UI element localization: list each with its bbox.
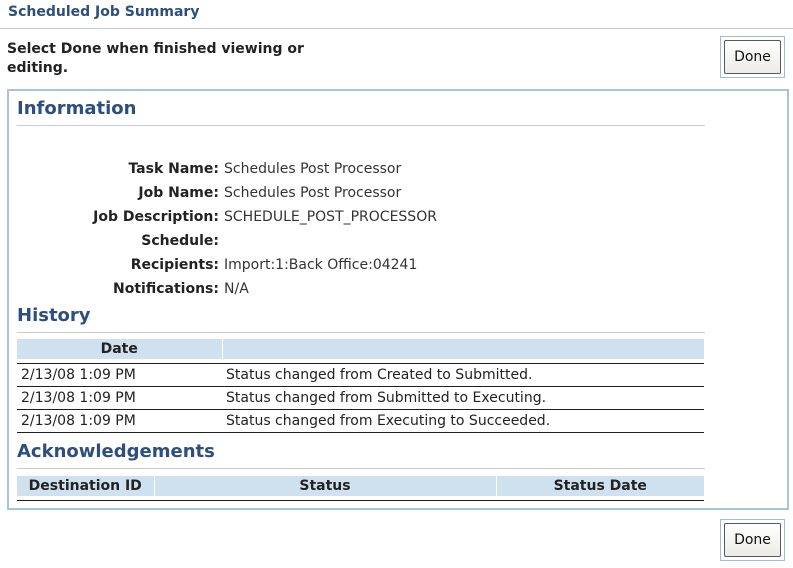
done-button-frame-top: Done xyxy=(720,36,785,78)
table-row: 2/13/08 1:09 PM Status changed from Subm… xyxy=(17,385,704,409)
done-button-bottom[interactable]: Done xyxy=(724,523,781,557)
table-row: 2/13/08 1:09 PM Status changed from Crea… xyxy=(17,362,704,386)
ack-column-status-date[interactable]: Status Date xyxy=(495,476,704,496)
notifications-value: N/A xyxy=(224,281,249,297)
info-row-task-name: Task Name: Schedules Post Processor xyxy=(9,161,709,185)
task-name-value: Schedules Post Processor xyxy=(224,161,402,177)
info-row-job-name: Job Name: Schedules Post Processor xyxy=(9,185,709,209)
history-table: Date 2/13/08 1:09 PM Status changed from… xyxy=(17,339,704,433)
schedule-label: Schedule: xyxy=(141,233,219,249)
info-row-job-description: Job Description: SCHEDULE_POST_PROCESSOR xyxy=(9,209,709,233)
information-heading: Information xyxy=(17,98,137,119)
task-name-label: Task Name: xyxy=(128,161,219,177)
history-text: Status changed from Executing to Succeed… xyxy=(222,408,704,433)
history-column-description xyxy=(221,339,704,359)
history-text: Status changed from Created to Submitted… xyxy=(222,362,704,386)
page-title: Scheduled Job Summary xyxy=(8,4,200,20)
recipients-label: Recipients: xyxy=(130,257,219,273)
acknowledgements-header-row: Destination ID Status Status Date xyxy=(17,476,704,496)
scheduled-job-summary-page: Scheduled Job Summary Select Done when f… xyxy=(0,0,793,568)
history-date: 2/13/08 1:09 PM xyxy=(17,408,222,433)
ack-column-destination-id[interactable]: Destination ID xyxy=(17,476,154,496)
done-button-top[interactable]: Done xyxy=(724,40,781,74)
job-description-label: Job Description: xyxy=(93,209,219,225)
table-row: 2/13/08 1:09 PM Status changed from Exec… xyxy=(17,408,704,433)
acknowledgements-table: Destination ID Status Status Date xyxy=(17,476,704,501)
recipients-value: Import:1:Back Office:04241 xyxy=(224,257,418,273)
job-name-label: Job Name: xyxy=(138,185,219,201)
notifications-label: Notifications: xyxy=(113,281,219,297)
info-row-schedule: Schedule: xyxy=(9,233,709,257)
history-date: 2/13/08 1:09 PM xyxy=(17,385,222,409)
summary-panel: Information Task Name: Schedules Post Pr… xyxy=(7,89,789,510)
instructions-text: Select Done when finished viewing or edi… xyxy=(7,41,304,76)
acknowledgements-heading: Acknowledgements xyxy=(17,441,215,462)
history-column-date[interactable]: Date xyxy=(17,339,222,359)
history-heading: History xyxy=(17,305,91,326)
history-text: Status changed from Submitted to Executi… xyxy=(222,385,704,409)
ack-column-status[interactable]: Status xyxy=(153,476,496,496)
job-name-value: Schedules Post Processor xyxy=(224,185,402,201)
history-date: 2/13/08 1:09 PM xyxy=(17,362,222,386)
job-description-value: SCHEDULE_POST_PROCESSOR xyxy=(224,209,437,225)
done-button-frame-bottom: Done xyxy=(720,519,785,561)
info-row-recipients: Recipients: Import:1:Back Office:04241 xyxy=(9,257,709,281)
info-row-notifications: Notifications: N/A xyxy=(9,281,709,305)
information-divider xyxy=(17,125,705,126)
history-header-row: Date xyxy=(17,339,704,359)
title-divider xyxy=(0,28,793,29)
acknowledgements-divider xyxy=(17,468,705,469)
history-divider xyxy=(17,332,705,333)
